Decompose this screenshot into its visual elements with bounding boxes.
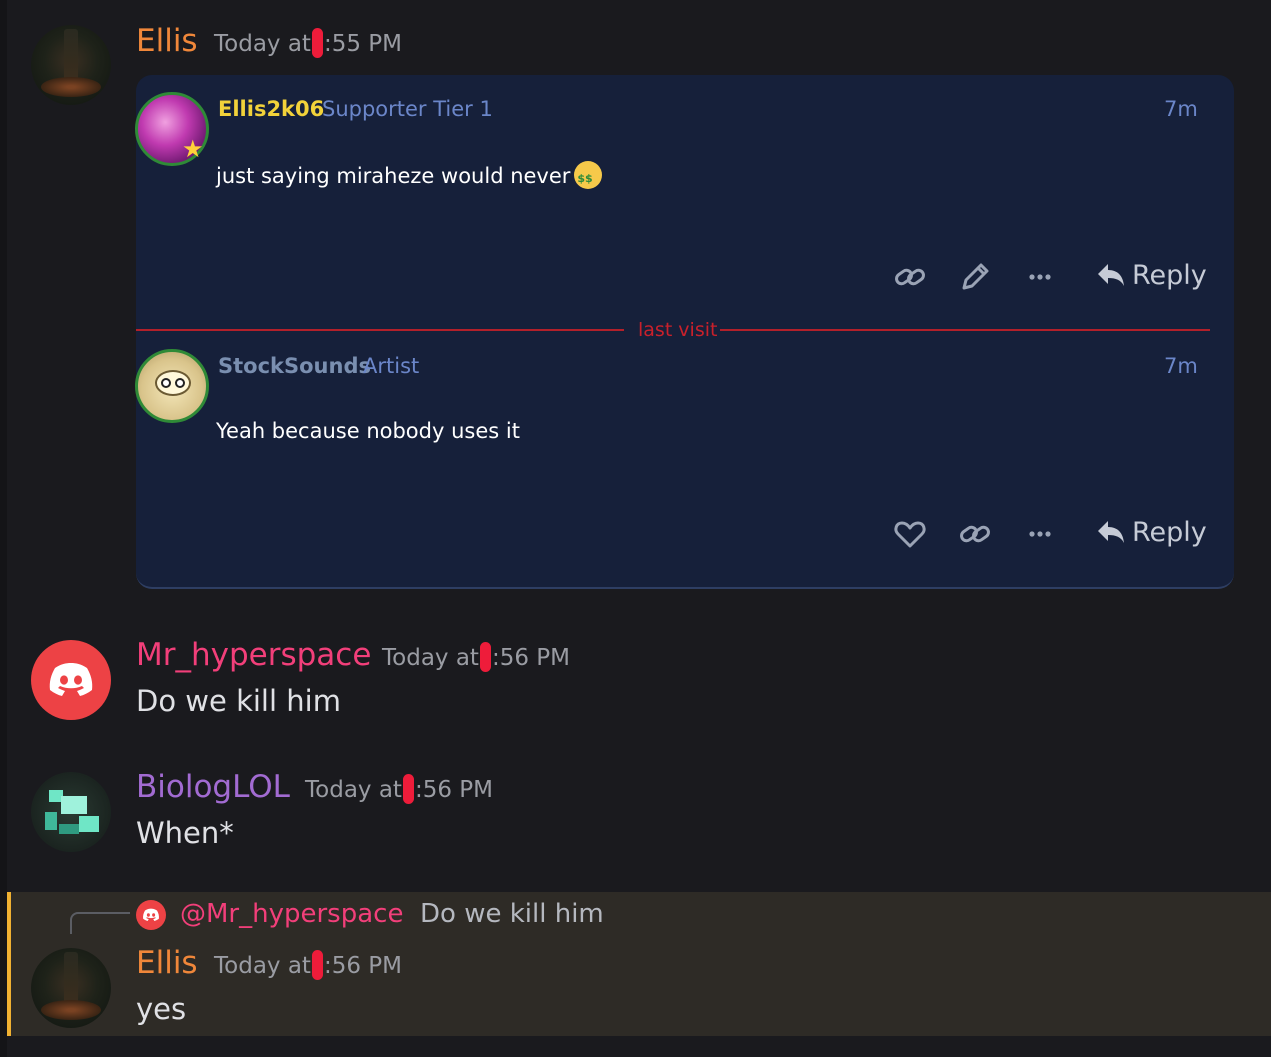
post-role-badge: Supporter Tier 1 [322, 97, 493, 121]
edit-icon[interactable] [958, 260, 992, 294]
last-visit-divider-right [720, 329, 1210, 331]
post-time: 7m [1164, 354, 1198, 378]
post-time: 7m [1164, 97, 1198, 121]
reply-button[interactable]: Reply [1096, 517, 1207, 549]
post-text: Yeah because nobody uses it [216, 419, 520, 443]
message-timestamp: Today at :56 PM [214, 950, 402, 981]
redaction-mark [402, 774, 414, 804]
sheep-face-graphic [155, 370, 191, 396]
pixel-shape [59, 824, 79, 834]
last-visit-label: last visit [638, 319, 718, 341]
message-author[interactable]: Ellis [136, 946, 198, 980]
post-username[interactable]: Ellis2k06 [218, 96, 324, 122]
reply-button[interactable]: Reply [1096, 260, 1207, 292]
sheep-eye [161, 378, 171, 388]
timestamp-suffix: :56 PM [323, 953, 402, 979]
timestamp-prefix: Today at [214, 31, 311, 57]
reply-reference-text[interactable]: Do we kill him [420, 898, 604, 930]
timestamp-prefix: Today at [382, 645, 479, 671]
post-role-badge: Artist [363, 354, 420, 378]
reply-arrow-icon [1098, 264, 1124, 286]
reply-spine [70, 912, 130, 934]
heart-icon[interactable] [893, 517, 927, 551]
message-text: Do we kill him [136, 684, 341, 718]
pixel-shape [79, 816, 99, 832]
discord-logo-icon [136, 900, 166, 930]
discord-logo-graphic [143, 908, 159, 921]
pixel-shape [45, 812, 57, 830]
timestamp-prefix: Today at [214, 953, 311, 979]
post-avatar[interactable] [135, 349, 209, 423]
timestamp-suffix: :56 PM [414, 777, 493, 803]
message-text: yes [136, 992, 187, 1026]
reply-arrow-icon [1098, 521, 1124, 543]
pixel-avatar[interactable] [31, 772, 111, 852]
redaction-mark [311, 28, 323, 58]
post-text-content: just saying miraheze would never [216, 164, 571, 188]
redaction-mark [479, 642, 491, 672]
post-username[interactable]: StockSounds [218, 353, 371, 379]
reply-label: Reply [1132, 517, 1207, 548]
reply-reference-author[interactable]: @Mr_hyperspace [180, 898, 403, 930]
message-author[interactable]: Mr_hyperspace [136, 638, 371, 672]
message-timestamp: Today at :56 PM [382, 642, 570, 673]
more-icon[interactable] [1023, 260, 1057, 294]
window-left-edge [0, 0, 7, 1057]
more-icon[interactable] [1023, 517, 1057, 551]
timestamp-suffix: :55 PM [323, 31, 402, 57]
timestamp-suffix: :56 PM [491, 645, 570, 671]
avatar[interactable] [31, 25, 111, 105]
discord-logo-graphic [49, 663, 93, 696]
star-badge-icon: ★ [182, 135, 204, 163]
timestamp-prefix: Today at [305, 777, 402, 803]
reply-label: Reply [1132, 260, 1207, 291]
money-mouth-emoji [574, 161, 603, 193]
redaction-mark [311, 950, 323, 980]
sheep-eye [175, 378, 185, 388]
pixel-shape [61, 796, 87, 814]
discord-logo-icon[interactable] [31, 640, 111, 720]
last-visit-divider-left [136, 329, 624, 331]
forum-embed: Ellis2k06 Supporter Tier 1 7m just sayin… [135, 75, 1234, 589]
tree-ground-graphic [41, 77, 101, 97]
post-text: just saying miraheze would never [216, 161, 603, 193]
message-timestamp: Today at :55 PM [214, 28, 402, 59]
message-timestamp: Today at :56 PM [305, 774, 493, 805]
avatar[interactable] [31, 948, 111, 1028]
link-icon[interactable] [893, 260, 927, 294]
message-text: When* [136, 816, 234, 850]
tree-ground-graphic [41, 1000, 101, 1020]
link-icon[interactable] [958, 517, 992, 551]
message-author[interactable]: Ellis [136, 24, 198, 58]
message-author[interactable]: BiologLOL [136, 770, 290, 804]
